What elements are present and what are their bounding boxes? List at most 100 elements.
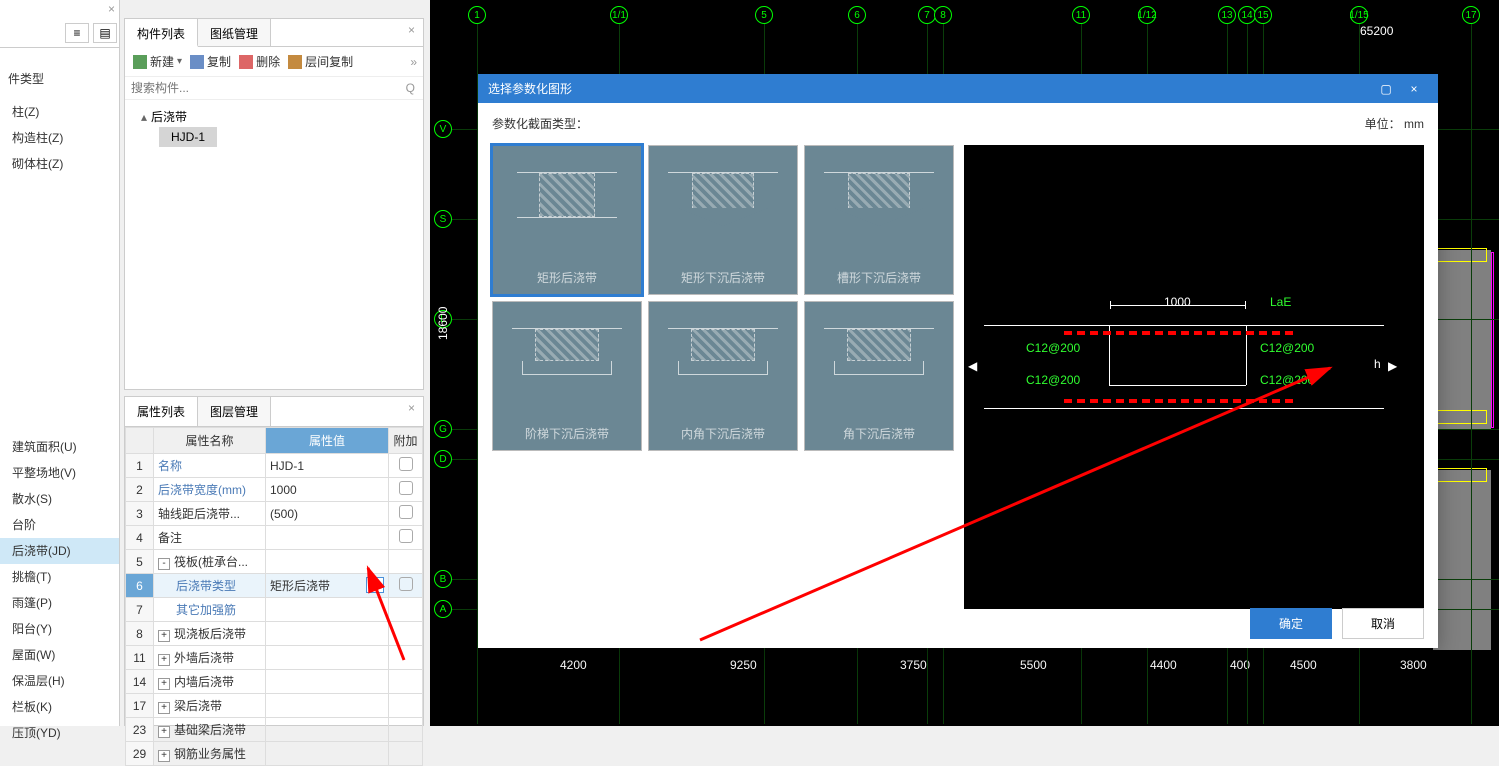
checkbox[interactable]: [399, 529, 413, 543]
shape-thumbnail[interactable]: 矩形下沉后浇带: [648, 145, 798, 295]
nav-item[interactable]: 散水(S): [0, 486, 119, 512]
value-picker-button[interactable]: ⋯: [366, 577, 384, 593]
checkbox[interactable]: [399, 577, 413, 591]
dimension-text: 4500: [1290, 658, 1317, 672]
tree-node-root[interactable]: ▴后浇带: [131, 106, 417, 127]
grid-bubble: 11: [1072, 6, 1090, 24]
expand-icon[interactable]: -: [158, 558, 170, 570]
cancel-button[interactable]: 取消: [1342, 608, 1424, 639]
maximize-icon[interactable]: ▢: [1372, 82, 1400, 96]
grid-bubble: S: [434, 210, 452, 228]
property-row[interactable]: 4备注: [126, 526, 423, 550]
dimension-text: 5500: [1020, 658, 1047, 672]
property-table: 属性名称 属性值 附加 1名称HJD-12后浇带宽度(mm)10003轴线距后浇…: [125, 427, 423, 766]
shape-thumbnail[interactable]: 阶梯下沉后浇带: [492, 301, 642, 451]
ok-button[interactable]: 确定: [1250, 608, 1332, 639]
tab-properties[interactable]: 属性列表: [125, 397, 198, 426]
grid-bubble: 8: [934, 6, 952, 24]
property-row[interactable]: 5-筏板(桩承台...: [126, 550, 423, 574]
layer-copy-button[interactable]: 层间复制: [286, 51, 355, 72]
search-input[interactable]: [125, 77, 398, 99]
property-row[interactable]: 7其它加强筋: [126, 598, 423, 622]
close-icon[interactable]: ×: [108, 2, 115, 16]
property-row[interactable]: 2后浇带宽度(mm)1000: [126, 478, 423, 502]
nav-item[interactable]: 柱(Z): [0, 99, 119, 125]
shape-thumbnail[interactable]: 角下沉后浇带: [804, 301, 954, 451]
shape-thumbnail[interactable]: 内角下沉后浇带: [648, 301, 798, 451]
nav-item[interactable]: 台阶: [0, 512, 119, 538]
col-name: 属性名称: [154, 428, 266, 454]
property-row[interactable]: 6后浇带类型矩形后浇带⋯: [126, 574, 423, 598]
tab-component-list[interactable]: 构件列表: [125, 19, 198, 47]
shape-thumbnail[interactable]: 矩形后浇带: [492, 145, 642, 295]
list-view-icon[interactable]: ≡: [65, 23, 89, 43]
nav-item[interactable]: 保温层(H): [0, 668, 119, 694]
thumbnail-label: 矩形后浇带: [537, 269, 597, 286]
nav-item[interactable]: 后浇带(JD): [0, 538, 119, 564]
expand-icon[interactable]: +: [158, 726, 170, 738]
grid-bubble: A: [434, 600, 452, 618]
search-icon[interactable]: Q: [398, 77, 423, 99]
grid-bubble: 1/1: [610, 6, 628, 24]
nav-item[interactable]: 栏板(K): [0, 694, 119, 720]
property-row[interactable]: 8+现浇板后浇带: [126, 622, 423, 646]
grid-bubble: 17: [1462, 6, 1480, 24]
expand-icon[interactable]: +: [158, 630, 170, 642]
nav-item[interactable]: 屋面(W): [0, 642, 119, 668]
nav-item[interactable]: 挑檐(T): [0, 564, 119, 590]
delete-button[interactable]: 删除: [237, 51, 282, 72]
expand-icon[interactable]: +: [158, 654, 170, 666]
left-panel: × ≡ ▤ 件类型 柱(Z)构造柱(Z)砌体柱(Z) 建筑面积(U)平整场地(V…: [0, 0, 120, 726]
property-row[interactable]: 14+内墙后浇带: [126, 670, 423, 694]
col-value: 属性值: [266, 428, 389, 454]
dimension-text: 3800: [1400, 658, 1427, 672]
property-row[interactable]: 3轴线距后浇带...(500): [126, 502, 423, 526]
parametric-shape-dialog: 选择参数化图形 ▢ × 参数化截面类型： 单位： mm 矩形后浇带矩形下沉后浇带…: [478, 74, 1438, 648]
new-button[interactable]: 新建▾: [131, 51, 184, 72]
tree-node-child[interactable]: HJD-1: [159, 127, 217, 147]
shape-thumbnail[interactable]: 槽形下沉后浇带: [804, 145, 954, 295]
checkbox[interactable]: [399, 457, 413, 471]
checkbox[interactable]: [399, 505, 413, 519]
dimension-text: 4400: [1150, 658, 1177, 672]
close-icon[interactable]: ×: [400, 397, 423, 426]
thumbnail-label: 阶梯下沉后浇带: [525, 425, 609, 442]
left-dimension: 18600: [436, 307, 450, 340]
nav-item[interactable]: 砌体柱(Z): [0, 151, 119, 177]
tab-drawing-manage[interactable]: 图纸管理: [198, 19, 271, 46]
property-panel: 属性列表 图层管理 × 属性名称 属性值 附加 1名称HJD-12后浇带宽度(m…: [124, 396, 424, 726]
expand-icon[interactable]: +: [158, 750, 170, 762]
nav-item[interactable]: 平整场地(V): [0, 460, 119, 486]
nav-item[interactable]: 构造柱(Z): [0, 125, 119, 151]
thumbnail-label: 矩形下沉后浇带: [681, 269, 765, 286]
expand-icon[interactable]: +: [158, 702, 170, 714]
component-list-panel: 构件列表 图纸管理 × 新建▾ 复制 删除 层间复制 » Q ▴后浇带 HJD-…: [124, 18, 424, 390]
checkbox[interactable]: [399, 481, 413, 495]
nav-item[interactable]: 阳台(Y): [0, 616, 119, 642]
dimension-text: 4200: [560, 658, 587, 672]
thumbnail-label: 角下沉后浇带: [843, 425, 915, 442]
grid-bubble: G: [434, 420, 452, 438]
expand-icon[interactable]: +: [158, 678, 170, 690]
property-row[interactable]: 23+基础梁后浇带: [126, 718, 423, 742]
grid-bubble: 13: [1218, 6, 1236, 24]
copy-button[interactable]: 复制: [188, 51, 233, 72]
grid-bubble: 15: [1254, 6, 1272, 24]
nav-item[interactable]: 建筑面积(U): [0, 434, 119, 460]
grid-bubble: 5: [755, 6, 773, 24]
nav-item[interactable]: 雨篷(P): [0, 590, 119, 616]
tab-layers[interactable]: 图层管理: [198, 397, 271, 426]
more-icon[interactable]: »: [410, 55, 417, 69]
nav-item[interactable]: 压顶(YD): [0, 720, 119, 746]
grid-bubble: V: [434, 120, 452, 138]
grid-view-icon[interactable]: ▤: [93, 23, 117, 43]
close-dialog-icon[interactable]: ×: [1400, 82, 1428, 96]
unit-label: 单位： mm: [1365, 115, 1424, 132]
dialog-titlebar[interactable]: 选择参数化图形 ▢ ×: [478, 74, 1438, 103]
close-icon[interactable]: ×: [400, 19, 423, 46]
property-row[interactable]: 1名称HJD-1: [126, 454, 423, 478]
property-row[interactable]: 17+梁后浇带: [126, 694, 423, 718]
property-row[interactable]: 11+外墙后浇带: [126, 646, 423, 670]
property-row[interactable]: 29+钢筋业务属性: [126, 742, 423, 766]
grid-bubble: 1/15: [1350, 6, 1368, 24]
